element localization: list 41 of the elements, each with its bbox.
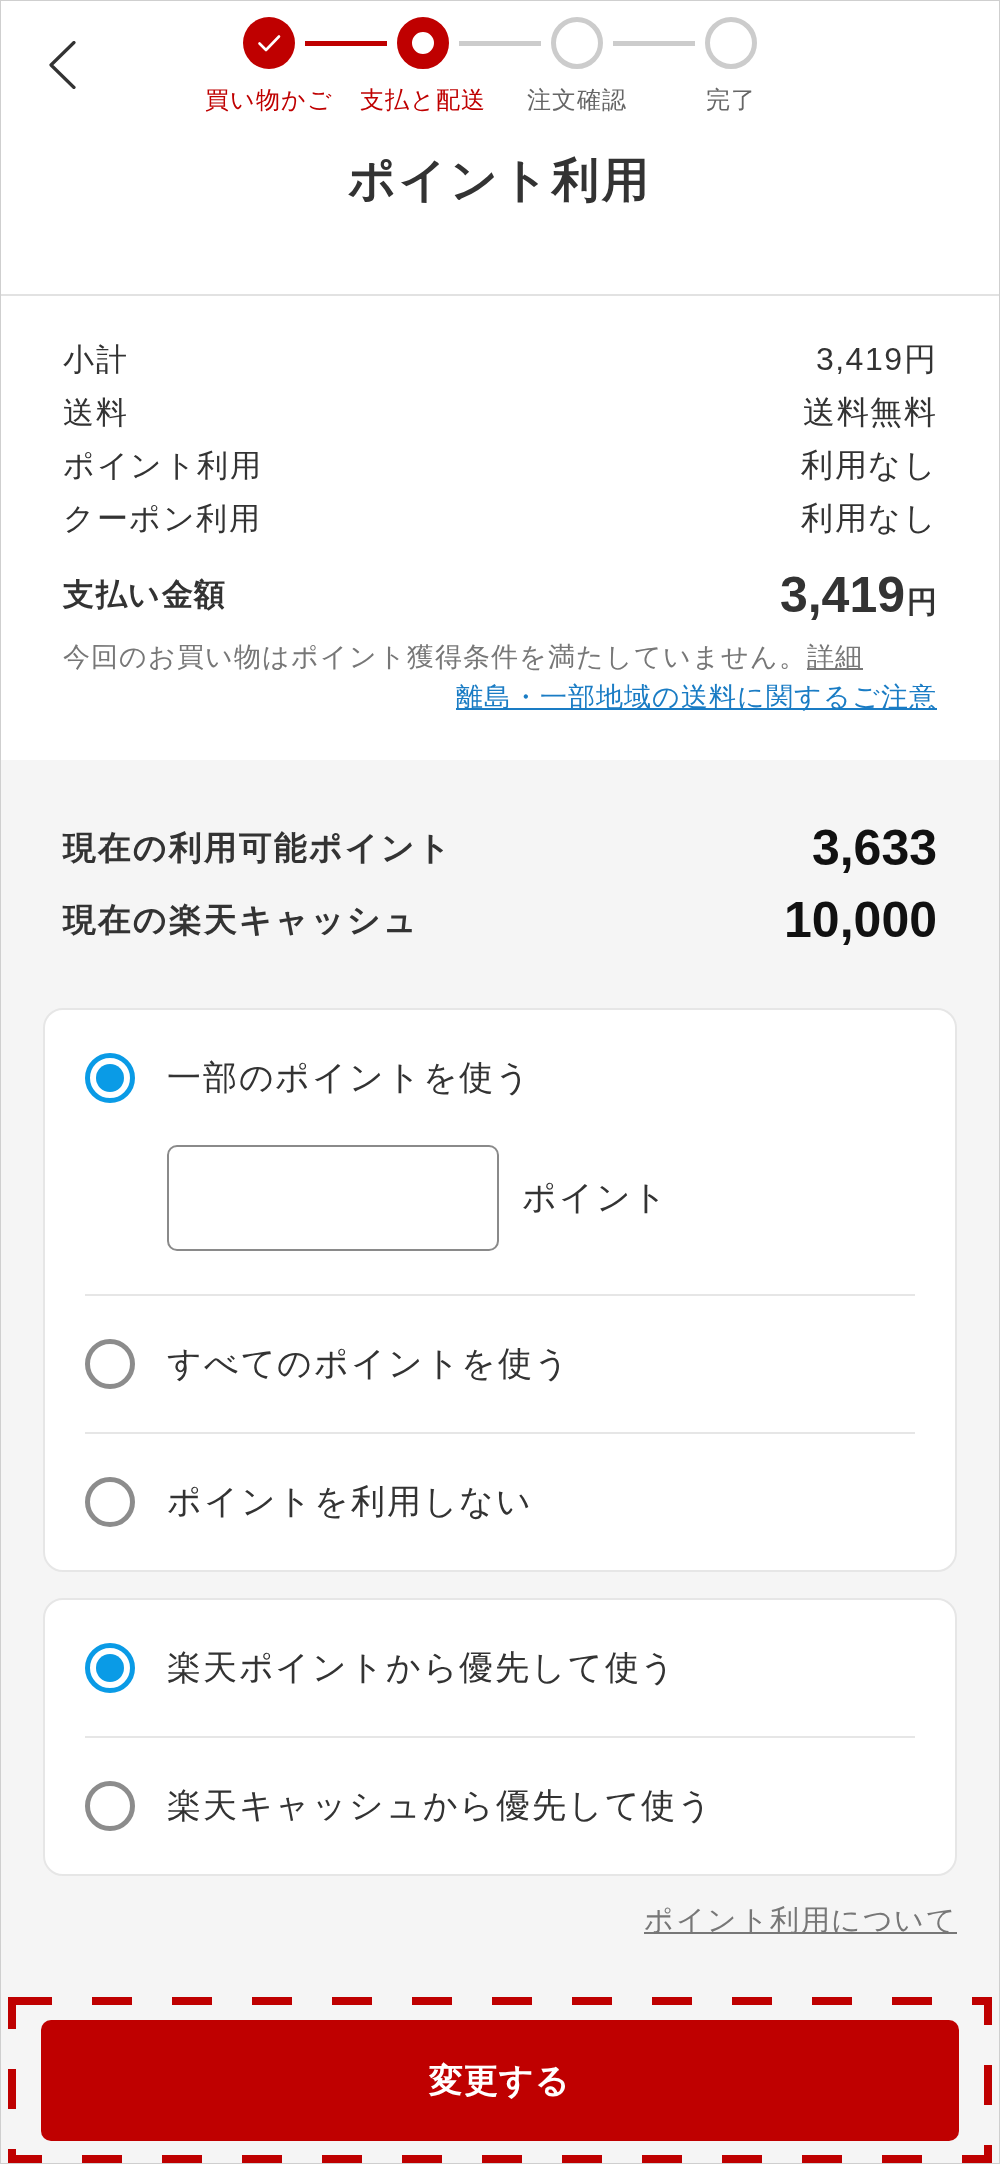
page-title: ポイント利用: [347, 152, 653, 208]
option-label[interactable]: 楽天キャッシュから優先して使う: [167, 1783, 714, 1829]
summary-value: 送料無料: [803, 392, 937, 432]
option-label[interactable]: ポイントを利用しない: [167, 1479, 533, 1525]
summary-label: 送料: [63, 393, 128, 432]
summary-value: 利用なし: [801, 445, 937, 485]
step-label: 完了: [706, 86, 756, 113]
circle-icon: [551, 17, 603, 69]
summary-value: 利用なし: [801, 498, 937, 538]
step-label: 買い物かご: [205, 86, 333, 113]
step-label: 注文確認: [527, 86, 627, 113]
points-input[interactable]: [167, 1145, 499, 1251]
radio-button[interactable]: [85, 1339, 135, 1389]
summary-label: ポイント利用: [63, 446, 262, 485]
step-label: 支払と配送: [360, 86, 486, 113]
option-label[interactable]: すべてのポイントを使う: [167, 1341, 571, 1387]
unit-label: ポイント: [522, 1177, 670, 1218]
radio-button[interactable]: [85, 1053, 135, 1103]
option-label[interactable]: 一部のポイントを使う: [167, 1055, 532, 1101]
note-text: 今回のお買い物はポイント獲得条件を満たしていません。詳細: [63, 641, 864, 674]
change-button[interactable]: 変更する: [41, 2020, 959, 2141]
radio-button[interactable]: [85, 1781, 135, 1831]
radio-button[interactable]: [85, 1477, 135, 1527]
shipping-notice-link[interactable]: 離島・一部地域の送料に関するご注意: [456, 682, 937, 712]
summary-label: 小計: [63, 340, 128, 379]
total-label: 支払い金額: [63, 576, 227, 614]
balance-label: 現在の楽天キャッシュ: [63, 899, 419, 940]
balance-value: 10,000: [784, 891, 937, 949]
balance-value: 3,633: [811, 819, 937, 877]
check-circle-icon: [243, 17, 295, 69]
circle-icon: [705, 17, 757, 69]
summary-label: クーポン利用: [63, 499, 261, 538]
radio-button[interactable]: [85, 1643, 135, 1693]
summary-value: 3,419円: [815, 339, 937, 379]
ring-icon: [397, 17, 449, 69]
details-link[interactable]: 詳細: [807, 642, 863, 672]
total-amount: 3,419円: [779, 566, 937, 624]
option-label[interactable]: 楽天ポイントから優先して使う: [167, 1645, 678, 1691]
back-icon[interactable]: [48, 41, 76, 89]
help-link[interactable]: ポイント利用について: [644, 1904, 957, 1936]
balance-label: 現在の利用可能ポイント: [63, 827, 453, 868]
